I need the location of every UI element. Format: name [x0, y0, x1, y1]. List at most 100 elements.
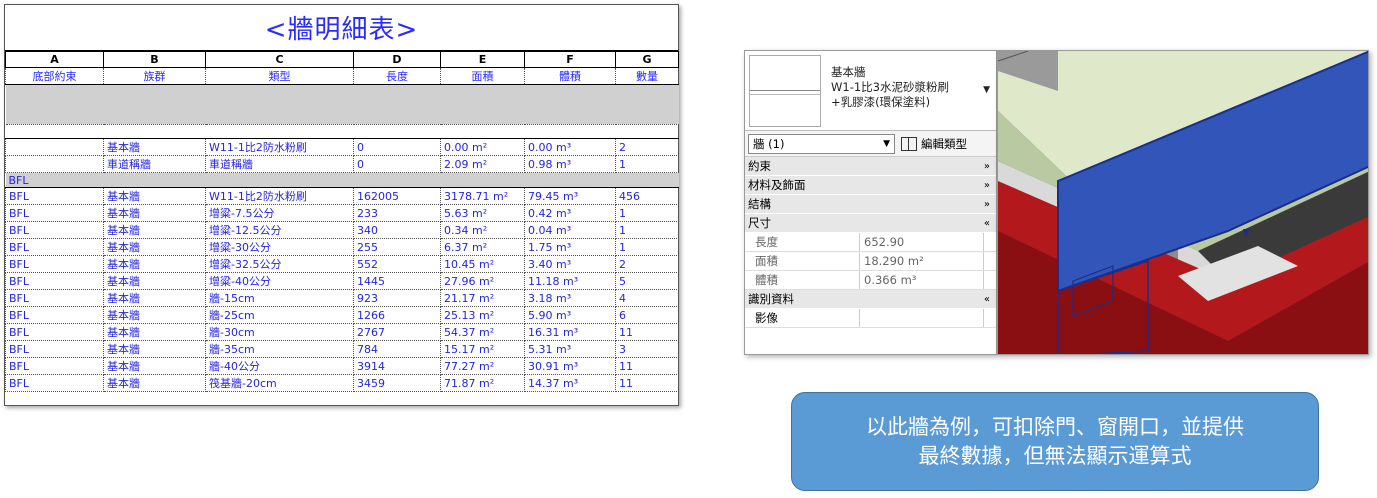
table-cell[interactable] — [5, 138, 104, 156]
table-cell[interactable]: BFL — [5, 323, 104, 341]
table-cell[interactable]: 5.31 m³ — [524, 340, 616, 358]
table-cell[interactable]: 2767 — [353, 323, 441, 341]
table-cell[interactable]: 784 — [353, 340, 441, 358]
table-row[interactable]: BFL 基本牆 牆-15cm 923 21.17 m² 3.18 m³ 4 — [5, 289, 679, 307]
table-row[interactable]: 基本牆 W11-1比2防水粉刷 0 0.00 m² 0.00 m³ 2 — [5, 138, 679, 156]
3d-view-viewport[interactable] — [997, 50, 1369, 355]
table-cell[interactable]: 基本牆 — [103, 221, 206, 239]
table-cell[interactable]: 27.96 m² — [440, 272, 525, 290]
table-cell[interactable]: 77.27 m² — [440, 357, 525, 375]
table-cell[interactable]: 11.18 m³ — [524, 272, 616, 290]
column-header[interactable]: 體積 — [524, 67, 616, 85]
table-cell[interactable]: 11 — [615, 323, 679, 341]
column-header[interactable]: 數量 — [615, 67, 679, 85]
table-cell[interactable]: 0.04 m³ — [524, 221, 616, 239]
section-identity[interactable]: 識別資料 « — [745, 290, 996, 309]
table-cell[interactable]: 基本牆 — [103, 187, 206, 205]
table-cell[interactable]: 923 — [353, 289, 441, 307]
column-header[interactable]: 族群 — [103, 67, 206, 85]
table-cell[interactable]: 11 — [615, 374, 679, 392]
instance-filter-dropdown[interactable]: 牆 (1) ▼ — [748, 133, 895, 154]
table-row[interactable]: 車道稱牆 車道稱牆 0 2.09 m² 0.98 m³ 1 — [5, 155, 679, 173]
table-cell[interactable] — [5, 155, 104, 173]
table-cell[interactable]: 0 — [353, 155, 441, 173]
table-cell[interactable]: 552 — [353, 255, 441, 273]
table-row[interactable]: BFL 基本牆 增粱-32.5公分 552 10.45 m² 3.40 m³ 2 — [5, 255, 679, 273]
table-cell[interactable]: BFL — [5, 340, 104, 358]
table-cell[interactable]: 3914 — [353, 357, 441, 375]
table-cell[interactable]: 14.37 m³ — [524, 374, 616, 392]
edit-type-button[interactable]: 編輯類型 — [901, 136, 967, 152]
table-cell[interactable]: 10.45 m² — [440, 255, 525, 273]
table-row[interactable]: BFL 基本牆 牆-25cm 1266 25.13 m² 5.90 m³ 6 — [5, 306, 679, 324]
table-cell[interactable]: 0.00 m² — [440, 138, 525, 156]
table-cell[interactable]: 基本牆 — [103, 357, 206, 375]
table-cell[interactable]: 基本牆 — [103, 204, 206, 222]
property-value[interactable]: 652.90 — [860, 233, 984, 251]
table-cell[interactable]: 增粱-32.5公分 — [205, 255, 354, 273]
table-cell[interactable]: 基本牆 — [103, 374, 206, 392]
table-cell[interactable]: 3459 — [353, 374, 441, 392]
table-cell[interactable]: BFL — [5, 374, 104, 392]
table-cell[interactable]: 5 — [615, 272, 679, 290]
table-cell[interactable]: BFL — [5, 306, 104, 324]
table-cell[interactable]: BFL — [5, 357, 104, 375]
section-constraints[interactable]: 約束 » — [745, 157, 996, 176]
table-cell[interactable]: 1 — [615, 155, 679, 173]
table-cell[interactable]: 車道稱牆 — [103, 155, 206, 173]
column-letter[interactable]: A — [5, 51, 104, 68]
table-cell[interactable]: 0.98 m³ — [524, 155, 616, 173]
table-row[interactable]: BFL 基本牆 增粱-7.5公分 233 5.63 m² 0.42 m³ 1 — [5, 204, 679, 222]
table-cell[interactable]: BFL — [5, 289, 104, 307]
table-cell[interactable]: 54.37 m² — [440, 323, 525, 341]
table-cell[interactable]: 15.17 m² — [440, 340, 525, 358]
table-cell[interactable]: W11-1比2防水粉刷 — [205, 138, 354, 156]
table-cell[interactable]: 5.90 m³ — [524, 306, 616, 324]
column-header[interactable]: 類型 — [205, 67, 354, 85]
table-cell[interactable]: BFL — [5, 238, 104, 256]
column-header[interactable]: 長度 — [353, 67, 441, 85]
table-cell[interactable]: 16.31 m³ — [524, 323, 616, 341]
dropdown-arrow-icon[interactable]: ▼ — [983, 85, 990, 95]
column-header[interactable]: 底部約束 — [5, 67, 104, 85]
table-cell[interactable]: 3178.71 m² — [440, 187, 525, 205]
table-cell[interactable]: 233 — [353, 204, 441, 222]
section-structure[interactable]: 結構 » — [745, 195, 996, 214]
table-row[interactable]: BFL 基本牆 牆-40公分 3914 77.27 m² 30.91 m³ 11 — [5, 357, 679, 375]
table-cell[interactable]: 71.87 m² — [440, 374, 525, 392]
table-cell[interactable]: 1445 — [353, 272, 441, 290]
table-cell[interactable]: 3.40 m³ — [524, 255, 616, 273]
table-cell[interactable]: 0.00 m³ — [524, 138, 616, 156]
table-cell[interactable]: 基本牆 — [103, 289, 206, 307]
section-dimensions[interactable]: 尺寸 « — [745, 214, 996, 233]
table-cell[interactable]: 0.34 m² — [440, 221, 525, 239]
table-cell[interactable]: 21.17 m² — [440, 289, 525, 307]
table-cell[interactable]: 1.75 m³ — [524, 238, 616, 256]
table-row[interactable]: BFL 基本牆 W11-1比2防水粉刷 162005 3178.71 m² 79.45 m… — [5, 187, 679, 205]
table-cell[interactable]: 0 — [353, 138, 441, 156]
table-cell[interactable]: 牆-30cm — [205, 323, 354, 341]
table-row[interactable]: BFL 基本牆 增粱-30公分 255 6.37 m² 1.75 m³ 1 — [5, 238, 679, 256]
column-letter[interactable]: C — [205, 51, 354, 68]
property-value[interactable]: 0.366 m³ — [860, 271, 984, 289]
table-cell[interactable]: BFL — [5, 204, 104, 222]
table-cell[interactable]: 3 — [615, 340, 679, 358]
table-cell[interactable]: 基本牆 — [103, 340, 206, 358]
table-cell[interactable]: 車道稱牆 — [205, 155, 354, 173]
column-letter[interactable]: B — [103, 51, 206, 68]
table-cell[interactable]: 增粱-30公分 — [205, 238, 354, 256]
table-cell[interactable]: 30.91 m³ — [524, 357, 616, 375]
table-cell[interactable]: 牆-35cm — [205, 340, 354, 358]
table-cell[interactable]: 255 — [353, 238, 441, 256]
column-letter[interactable]: D — [353, 51, 441, 68]
table-cell[interactable]: 11 — [615, 357, 679, 375]
table-row[interactable]: BFL 基本牆 牆-30cm 2767 54.37 m² 16.31 m³ 11 — [5, 323, 679, 341]
table-cell[interactable]: 162005 — [353, 187, 441, 205]
table-cell[interactable]: 筏基牆-20cm — [205, 374, 354, 392]
table-cell[interactable]: 牆-15cm — [205, 289, 354, 307]
property-value[interactable] — [860, 309, 984, 327]
table-cell[interactable]: 增粱-40公分 — [205, 272, 354, 290]
table-row[interactable]: BFL 基本牆 牆-35cm 784 15.17 m² 5.31 m³ 3 — [5, 340, 679, 358]
table-cell[interactable]: 基本牆 — [103, 323, 206, 341]
table-cell[interactable]: W11-1比2防水粉刷 — [205, 187, 354, 205]
